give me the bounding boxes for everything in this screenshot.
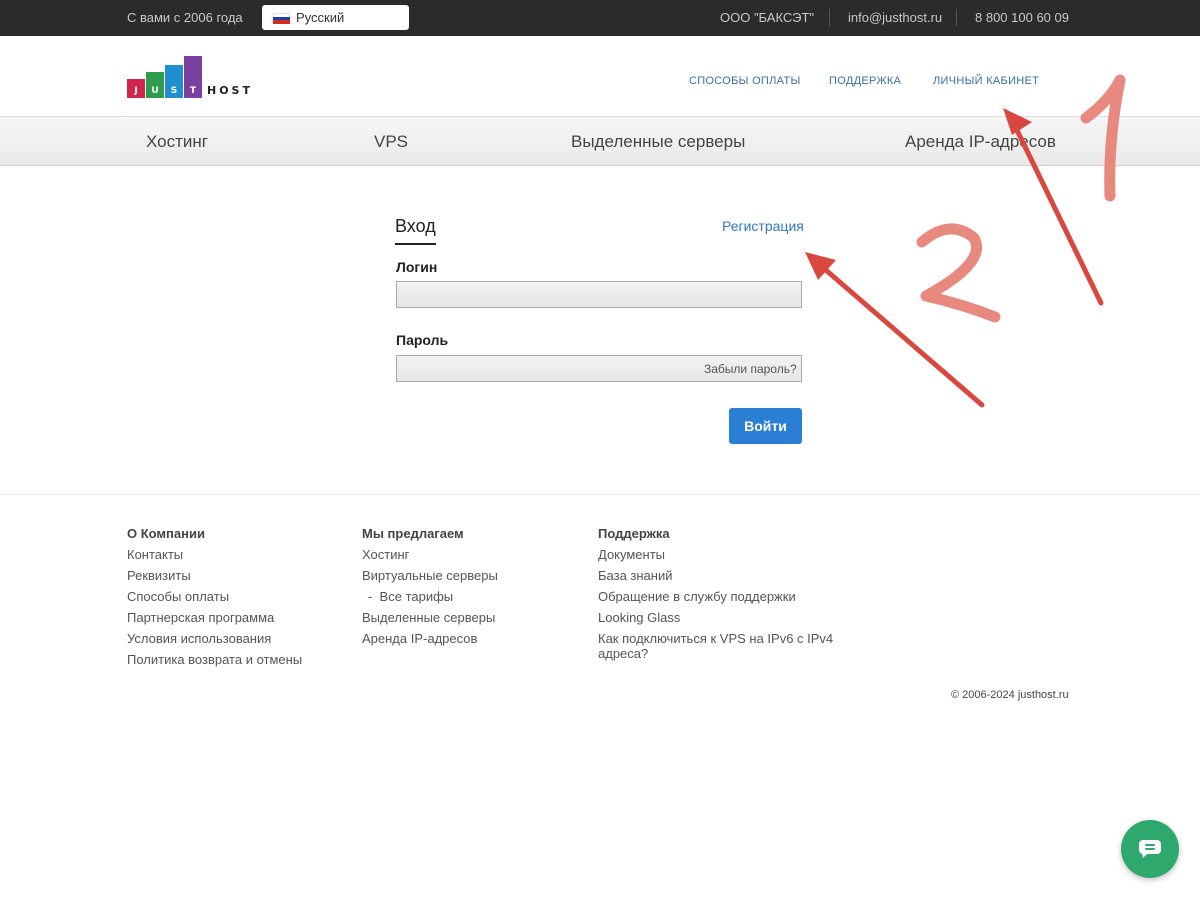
- forgot-password-link[interactable]: Забыли пароль?: [704, 362, 797, 376]
- logo-bar-t: T: [184, 56, 202, 98]
- company-name: ООО "БАКСЭТ": [720, 10, 815, 25]
- footer-col-offer: Мы предлагаем Хостинг Виртуальные сервер…: [362, 526, 498, 652]
- login-input[interactable]: [396, 281, 802, 308]
- top-bar: С вами с 2006 года Русский ООО "БАКСЭТ" …: [0, 0, 1200, 36]
- password-label: Пароль: [396, 332, 449, 348]
- tagline: С вами с 2006 года: [127, 10, 243, 25]
- language-selector[interactable]: Русский: [262, 5, 409, 30]
- main-nav-hosting[interactable]: Хостинг: [146, 132, 208, 152]
- copyright: © 2006-2024 justhost.ru: [951, 689, 1069, 701]
- logo-bar-j: J: [127, 79, 145, 98]
- main-nav-ip-rental[interactable]: Аренда IP-адресов: [905, 132, 1056, 152]
- footer-heading: О Компании: [127, 526, 205, 541]
- footer-link[interactable]: - Все тарифы: [362, 589, 498, 604]
- main-nav-dedicated[interactable]: Выделенные серверы: [571, 132, 745, 152]
- logo-bar-s: S: [165, 65, 183, 98]
- footer-col-support: Поддержка Документы База знаний Обращени…: [598, 526, 843, 667]
- footer-link[interactable]: Способы оплаты: [127, 589, 302, 604]
- footer-heading: Поддержка: [598, 526, 670, 541]
- footer-link[interactable]: Аренда IP-адресов: [362, 631, 498, 646]
- login-label: Логин: [396, 259, 438, 275]
- nav-payment-methods[interactable]: СПОСОБЫ ОПЛАТЫ: [689, 75, 801, 87]
- footer-link[interactable]: Виртуальные серверы: [362, 568, 498, 583]
- footer-heading: Мы предлагаем: [362, 526, 464, 541]
- footer-link[interactable]: Обращение в службу поддержки: [598, 589, 843, 604]
- chat-widget-button[interactable]: [1121, 820, 1179, 878]
- email-link[interactable]: info@justhost.ru: [848, 10, 942, 25]
- divider: [829, 9, 830, 26]
- main-nav-vps[interactable]: VPS: [374, 132, 408, 152]
- language-label: Русский: [296, 10, 345, 25]
- register-link[interactable]: Регистрация: [722, 218, 804, 234]
- tab-login[interactable]: Вход: [395, 216, 436, 245]
- footer-link[interactable]: Политика возврата и отмены: [127, 652, 302, 667]
- footer-link[interactable]: Условия использования: [127, 631, 302, 646]
- footer-link[interactable]: Контакты: [127, 547, 302, 562]
- nav-personal-account[interactable]: ЛИЧНЫЙ КАБИНЕТ: [933, 75, 1039, 87]
- annotation-arrow-2: [805, 252, 985, 408]
- footer-link[interactable]: Документы: [598, 547, 843, 562]
- header: J U S T HOST СПОСОБЫ ОПЛАТЫ ПОДДЕРЖКА ЛИ…: [0, 36, 1200, 116]
- russia-flag-icon: [273, 13, 290, 24]
- logo-bar-u: U: [146, 72, 164, 98]
- footer-link[interactable]: База знаний: [598, 568, 843, 583]
- justhost-logo[interactable]: J U S T HOST: [127, 56, 267, 98]
- footer-link[interactable]: Партнерская программа: [127, 610, 302, 625]
- chat-bubble-icon: [1139, 840, 1161, 858]
- footer-link[interactable]: Реквизиты: [127, 568, 302, 583]
- login-button[interactable]: Войти: [729, 408, 802, 444]
- footer-divider: [0, 494, 1200, 495]
- footer-col-company: О Компании Контакты Реквизиты Способы оп…: [127, 526, 302, 673]
- nav-support[interactable]: ПОДДЕРЖКА: [829, 75, 901, 87]
- main-nav: Хостинг VPS Выделенные серверы Аренда IP…: [0, 116, 1200, 166]
- footer-link[interactable]: Как подключиться к VPS на IPv6 с IPv4 ад…: [598, 631, 843, 661]
- annotation-marker-2: [916, 223, 1001, 323]
- divider: [956, 9, 957, 26]
- phone-number[interactable]: 8 800 100 60 09: [975, 10, 1069, 25]
- footer-link[interactable]: Выделенные серверы: [362, 610, 498, 625]
- footer-link[interactable]: Looking Glass: [598, 610, 843, 625]
- footer-link[interactable]: Хостинг: [362, 547, 498, 562]
- logo-host-text: HOST: [207, 84, 253, 97]
